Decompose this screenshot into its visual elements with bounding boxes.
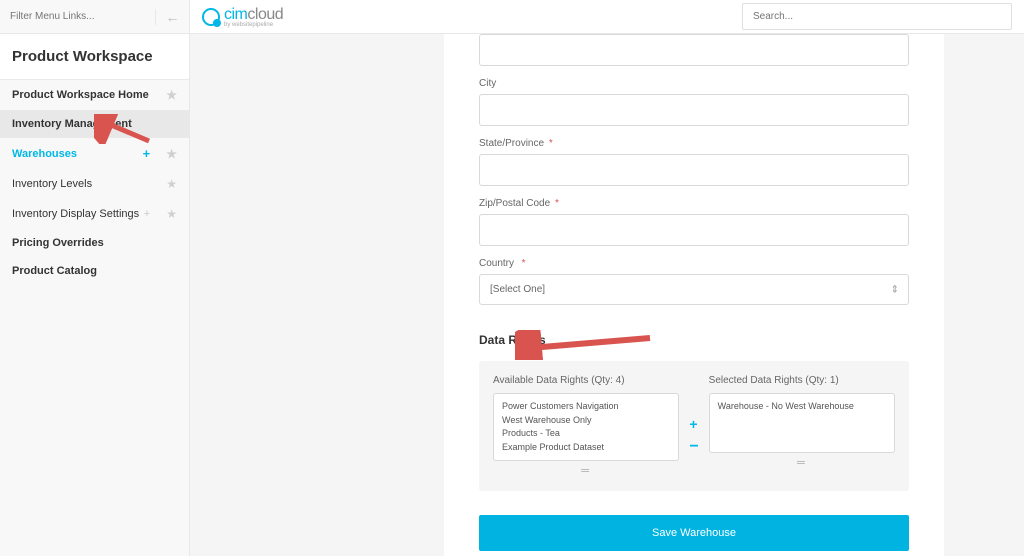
plus-icon[interactable]: +: [144, 208, 150, 220]
data-rights-panel: Available Data Rights (Qty: 4) Power Cus…: [479, 361, 909, 491]
sidebar-item-pricing-overrides[interactable]: Pricing Overrides: [0, 229, 189, 257]
drag-handle-icon[interactable]: ═: [493, 465, 679, 477]
city-input[interactable]: [479, 94, 909, 126]
street-address-input[interactable]: [479, 34, 909, 66]
sidebar-item-label: Warehouses: [12, 148, 77, 160]
star-icon[interactable]: ★: [166, 177, 177, 191]
rights-controls: + −: [689, 375, 698, 477]
list-item[interactable]: Warehouse - No West Warehouse: [718, 400, 886, 414]
partial-field-group: [479, 34, 909, 66]
logo-text-wrap: cimcloud by websitepipeline: [224, 6, 283, 28]
sidebar: ← Product Workspace Product Workspace Ho…: [0, 0, 190, 556]
available-rights-list[interactable]: Power Customers NavigationWest Warehouse…: [493, 393, 679, 461]
state-input[interactable]: [479, 154, 909, 186]
filter-row: ←: [0, 0, 189, 34]
content-scroll: City State/Province * Zip/Postal Code * …: [190, 34, 1024, 556]
logo[interactable]: cimcloud by websitepipeline: [202, 6, 283, 28]
star-icon[interactable]: ★: [166, 88, 177, 102]
sidebar-item-inventory-management[interactable]: Inventory Management: [0, 110, 189, 138]
star-icon[interactable]: ★: [166, 147, 177, 161]
sidebar-item-label: Pricing Overrides: [12, 237, 104, 249]
list-item[interactable]: Example Product Dataset: [502, 441, 670, 455]
selected-rights-box: Selected Data Rights (Qty: 1) Warehouse …: [709, 375, 895, 477]
zip-label: Zip/Postal Code *: [479, 198, 909, 209]
sidebar-item-label: Inventory Management: [12, 118, 132, 130]
sidebar-item-label: Inventory Levels: [12, 178, 92, 190]
list-item[interactable]: Products - Tea: [502, 427, 670, 441]
sidebar-item-label: Inventory Display Settings: [12, 208, 139, 220]
remove-right-button[interactable]: −: [689, 438, 698, 456]
selected-rights-list[interactable]: Warehouse - No West Warehouse: [709, 393, 895, 453]
zip-group: Zip/Postal Code *: [479, 198, 909, 246]
data-rights-heading: Data Rights: [479, 333, 909, 347]
state-group: State/Province *: [479, 138, 909, 186]
city-group: City: [479, 78, 909, 126]
logo-icon: [202, 8, 220, 26]
sidebar-item-product-catalog[interactable]: Product Catalog: [0, 257, 189, 285]
drag-handle-icon[interactable]: ═: [709, 457, 895, 469]
list-item[interactable]: West Warehouse Only: [502, 414, 670, 428]
zip-input[interactable]: [479, 214, 909, 246]
available-rights-box: Available Data Rights (Qty: 4) Power Cus…: [493, 375, 679, 477]
country-label: Country *: [479, 258, 909, 269]
arrow-left-icon: ←: [166, 9, 180, 25]
back-button[interactable]: ←: [155, 9, 189, 25]
sidebar-item-inventory-levels[interactable]: Inventory Levels ★: [0, 169, 189, 199]
sidebar-item-label: Product Workspace Home: [12, 89, 149, 101]
workspace-title: Product Workspace: [0, 34, 189, 80]
selected-rights-label: Selected Data Rights (Qty: 1): [709, 375, 895, 386]
logo-cloud: cloud: [247, 6, 283, 23]
sidebar-item-label: Product Catalog: [12, 265, 97, 277]
plus-icon[interactable]: +: [143, 146, 151, 161]
available-rights-label: Available Data Rights (Qty: 4): [493, 375, 679, 386]
country-select[interactable]: [Select One]: [479, 274, 909, 305]
main-area: cimcloud by websitepipeline City State/P…: [190, 0, 1024, 556]
menu-list: Product Workspace Home ★ Inventory Managem…: [0, 80, 189, 285]
form-panel: City State/Province * Zip/Postal Code * …: [444, 34, 944, 556]
sidebar-item-inventory-display-settings[interactable]: Inventory Display Settings + ★: [0, 199, 189, 229]
top-bar: cimcloud by websitepipeline: [190, 0, 1024, 34]
add-right-button[interactable]: +: [689, 416, 698, 432]
list-item[interactable]: Power Customers Navigation: [502, 400, 670, 414]
logo-cim: cim: [224, 6, 247, 23]
country-group: Country * [Select One] ⇕: [479, 258, 909, 305]
state-label: State/Province *: [479, 138, 909, 149]
city-label: City: [479, 78, 909, 89]
star-icon[interactable]: ★: [166, 207, 177, 221]
filter-menu-input[interactable]: [0, 0, 155, 33]
search-input[interactable]: [742, 3, 1012, 30]
save-warehouse-button[interactable]: Save Warehouse: [479, 515, 909, 551]
sidebar-item-home[interactable]: Product Workspace Home ★: [0, 80, 189, 110]
sidebar-item-warehouses[interactable]: Warehouses + ★: [0, 138, 189, 169]
